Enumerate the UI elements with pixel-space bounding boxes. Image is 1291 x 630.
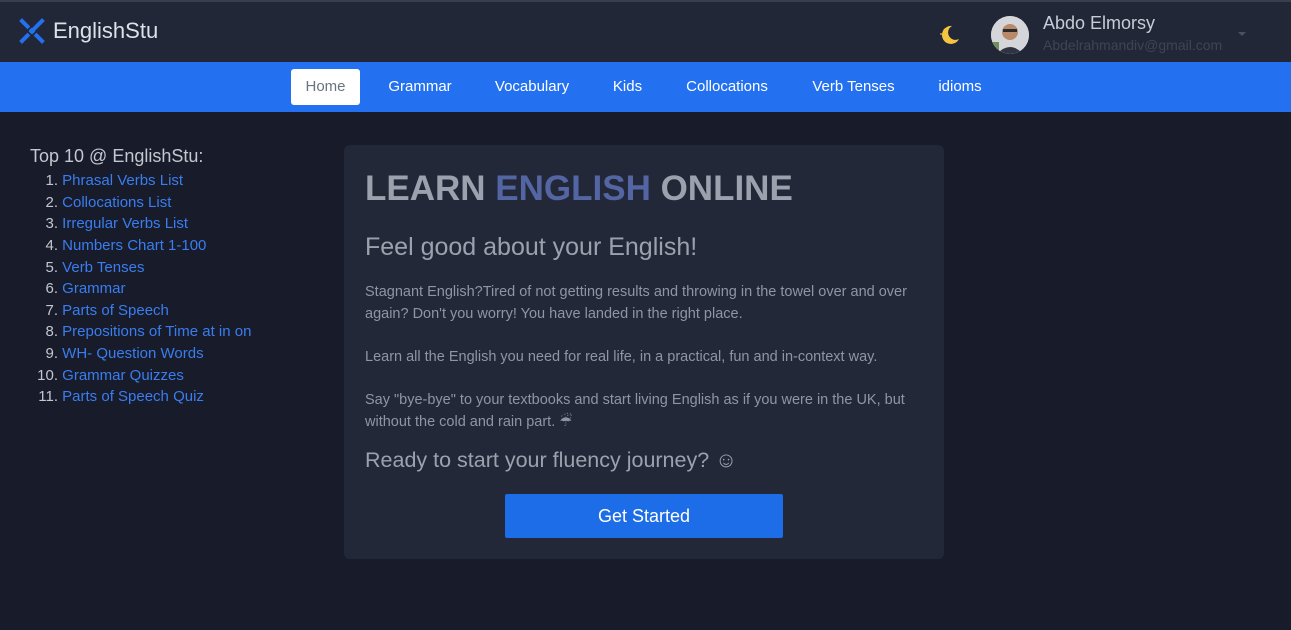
top-link[interactable]: Parts of Speech Quiz <box>62 388 204 405</box>
top-10-sidebar: Top 10 @ EnglishStu: 1. Phrasal Verbs Li… <box>30 146 320 408</box>
hero-title-part: LEARN <box>365 169 496 208</box>
nav-vocabulary[interactable]: Vocabulary <box>482 69 582 105</box>
nav-idioms[interactable]: idioms <box>926 69 994 105</box>
top-link[interactable]: Grammar Quizzes <box>62 367 184 384</box>
hero-title-accent: ENGLISH <box>495 169 651 208</box>
list-item: 4. Numbers Chart 1-100 <box>30 235 320 257</box>
list-number: 1. <box>45 172 58 190</box>
list-item: 8. Prepositions of Time at in on <box>30 321 320 343</box>
top-link[interactable]: Numbers Chart 1-100 <box>62 237 206 254</box>
intro-paragraph: Stagnant English?Tired of not getting re… <box>365 284 907 322</box>
hero-subtitle: Feel good about your English! <box>365 233 698 261</box>
top-link[interactable]: Parts of Speech <box>62 302 169 319</box>
top-link[interactable]: Collocations List <box>62 194 171 211</box>
list-item: 6. Grammar <box>30 278 320 300</box>
list-item: 11. Parts of Speech Quiz <box>30 386 320 408</box>
list-item: 9. WH- Question Words <box>30 343 320 365</box>
nav-home[interactable]: Home <box>291 69 360 105</box>
nav-verb-tenses[interactable]: Verb Tenses <box>800 69 907 105</box>
top-header: EnglishStu Abdo Elmorsy Abdelrahmandiv@g… <box>0 0 1291 62</box>
top-link[interactable]: Verb Tenses <box>62 259 144 276</box>
brand-link[interactable]: EnglishStu <box>17 16 158 46</box>
chevron-down-icon[interactable] <box>1238 32 1246 36</box>
top-link[interactable]: Irregular Verbs List <box>62 215 188 232</box>
moon-icon[interactable] <box>936 22 962 48</box>
nav-collocations[interactable]: Collocations <box>672 69 782 105</box>
list-number: 11. <box>38 388 58 406</box>
logo-icon <box>19 18 45 44</box>
list-item: 3. Irregular Verbs List <box>30 213 320 235</box>
list-item: 5. Verb Tenses <box>30 256 320 278</box>
cta-text: Ready to start your fluency journey? ☺ <box>365 448 738 472</box>
top-link[interactable]: Grammar <box>62 280 125 297</box>
list-item: 2. Collocations List <box>30 192 320 214</box>
user-name: Abdo Elmorsy <box>1043 13 1156 33</box>
list-number: 7. <box>45 301 58 319</box>
list-number: 10. <box>37 366 58 384</box>
list-number: 5. <box>45 258 58 276</box>
nav-grammar[interactable]: Grammar <box>376 69 464 105</box>
sidebar-title: Top 10 @ EnglishStu: <box>30 146 204 166</box>
list-number: 8. <box>45 323 58 341</box>
brand-name: EnglishStu <box>53 18 159 43</box>
top-link[interactable]: WH- Question Words <box>62 345 203 362</box>
list-number: 2. <box>45 193 58 211</box>
list-item: 10. Grammar Quizzes <box>30 364 320 386</box>
get-started-button[interactable]: Get Started <box>505 494 783 538</box>
user-photo-icon <box>991 16 1029 54</box>
list-number: 4. <box>45 237 58 255</box>
top-list: 1. Phrasal Verbs List 2. Collocations Li… <box>30 170 320 408</box>
intro-paragraph: Learn all the English you need for real … <box>365 349 878 365</box>
list-number: 3. <box>45 215 58 233</box>
list-number: 9. <box>45 345 58 363</box>
nav-kids[interactable]: Kids <box>600 69 655 105</box>
list-item: 1. Phrasal Verbs List <box>30 170 320 192</box>
hero-card: LEARN ENGLISH ONLINE Feel good about you… <box>344 145 944 559</box>
user-email: Abdelrahmandiv@gmail.com <box>1043 37 1223 53</box>
list-number: 6. <box>45 280 58 298</box>
list-item: 7. Parts of Speech <box>30 300 320 322</box>
hero-title: LEARN ENGLISH ONLINE <box>365 169 793 209</box>
intro-paragraph: Say "bye-bye" to your textbooks and star… <box>365 392 905 430</box>
top-link[interactable]: Phrasal Verbs List <box>62 172 183 189</box>
avatar[interactable] <box>991 16 1029 54</box>
hero-title-part: ONLINE <box>650 169 793 208</box>
main-nav: Home Grammar Vocabulary Kids Collocation… <box>0 62 1291 112</box>
top-link[interactable]: Prepositions of Time at in on <box>62 323 251 340</box>
